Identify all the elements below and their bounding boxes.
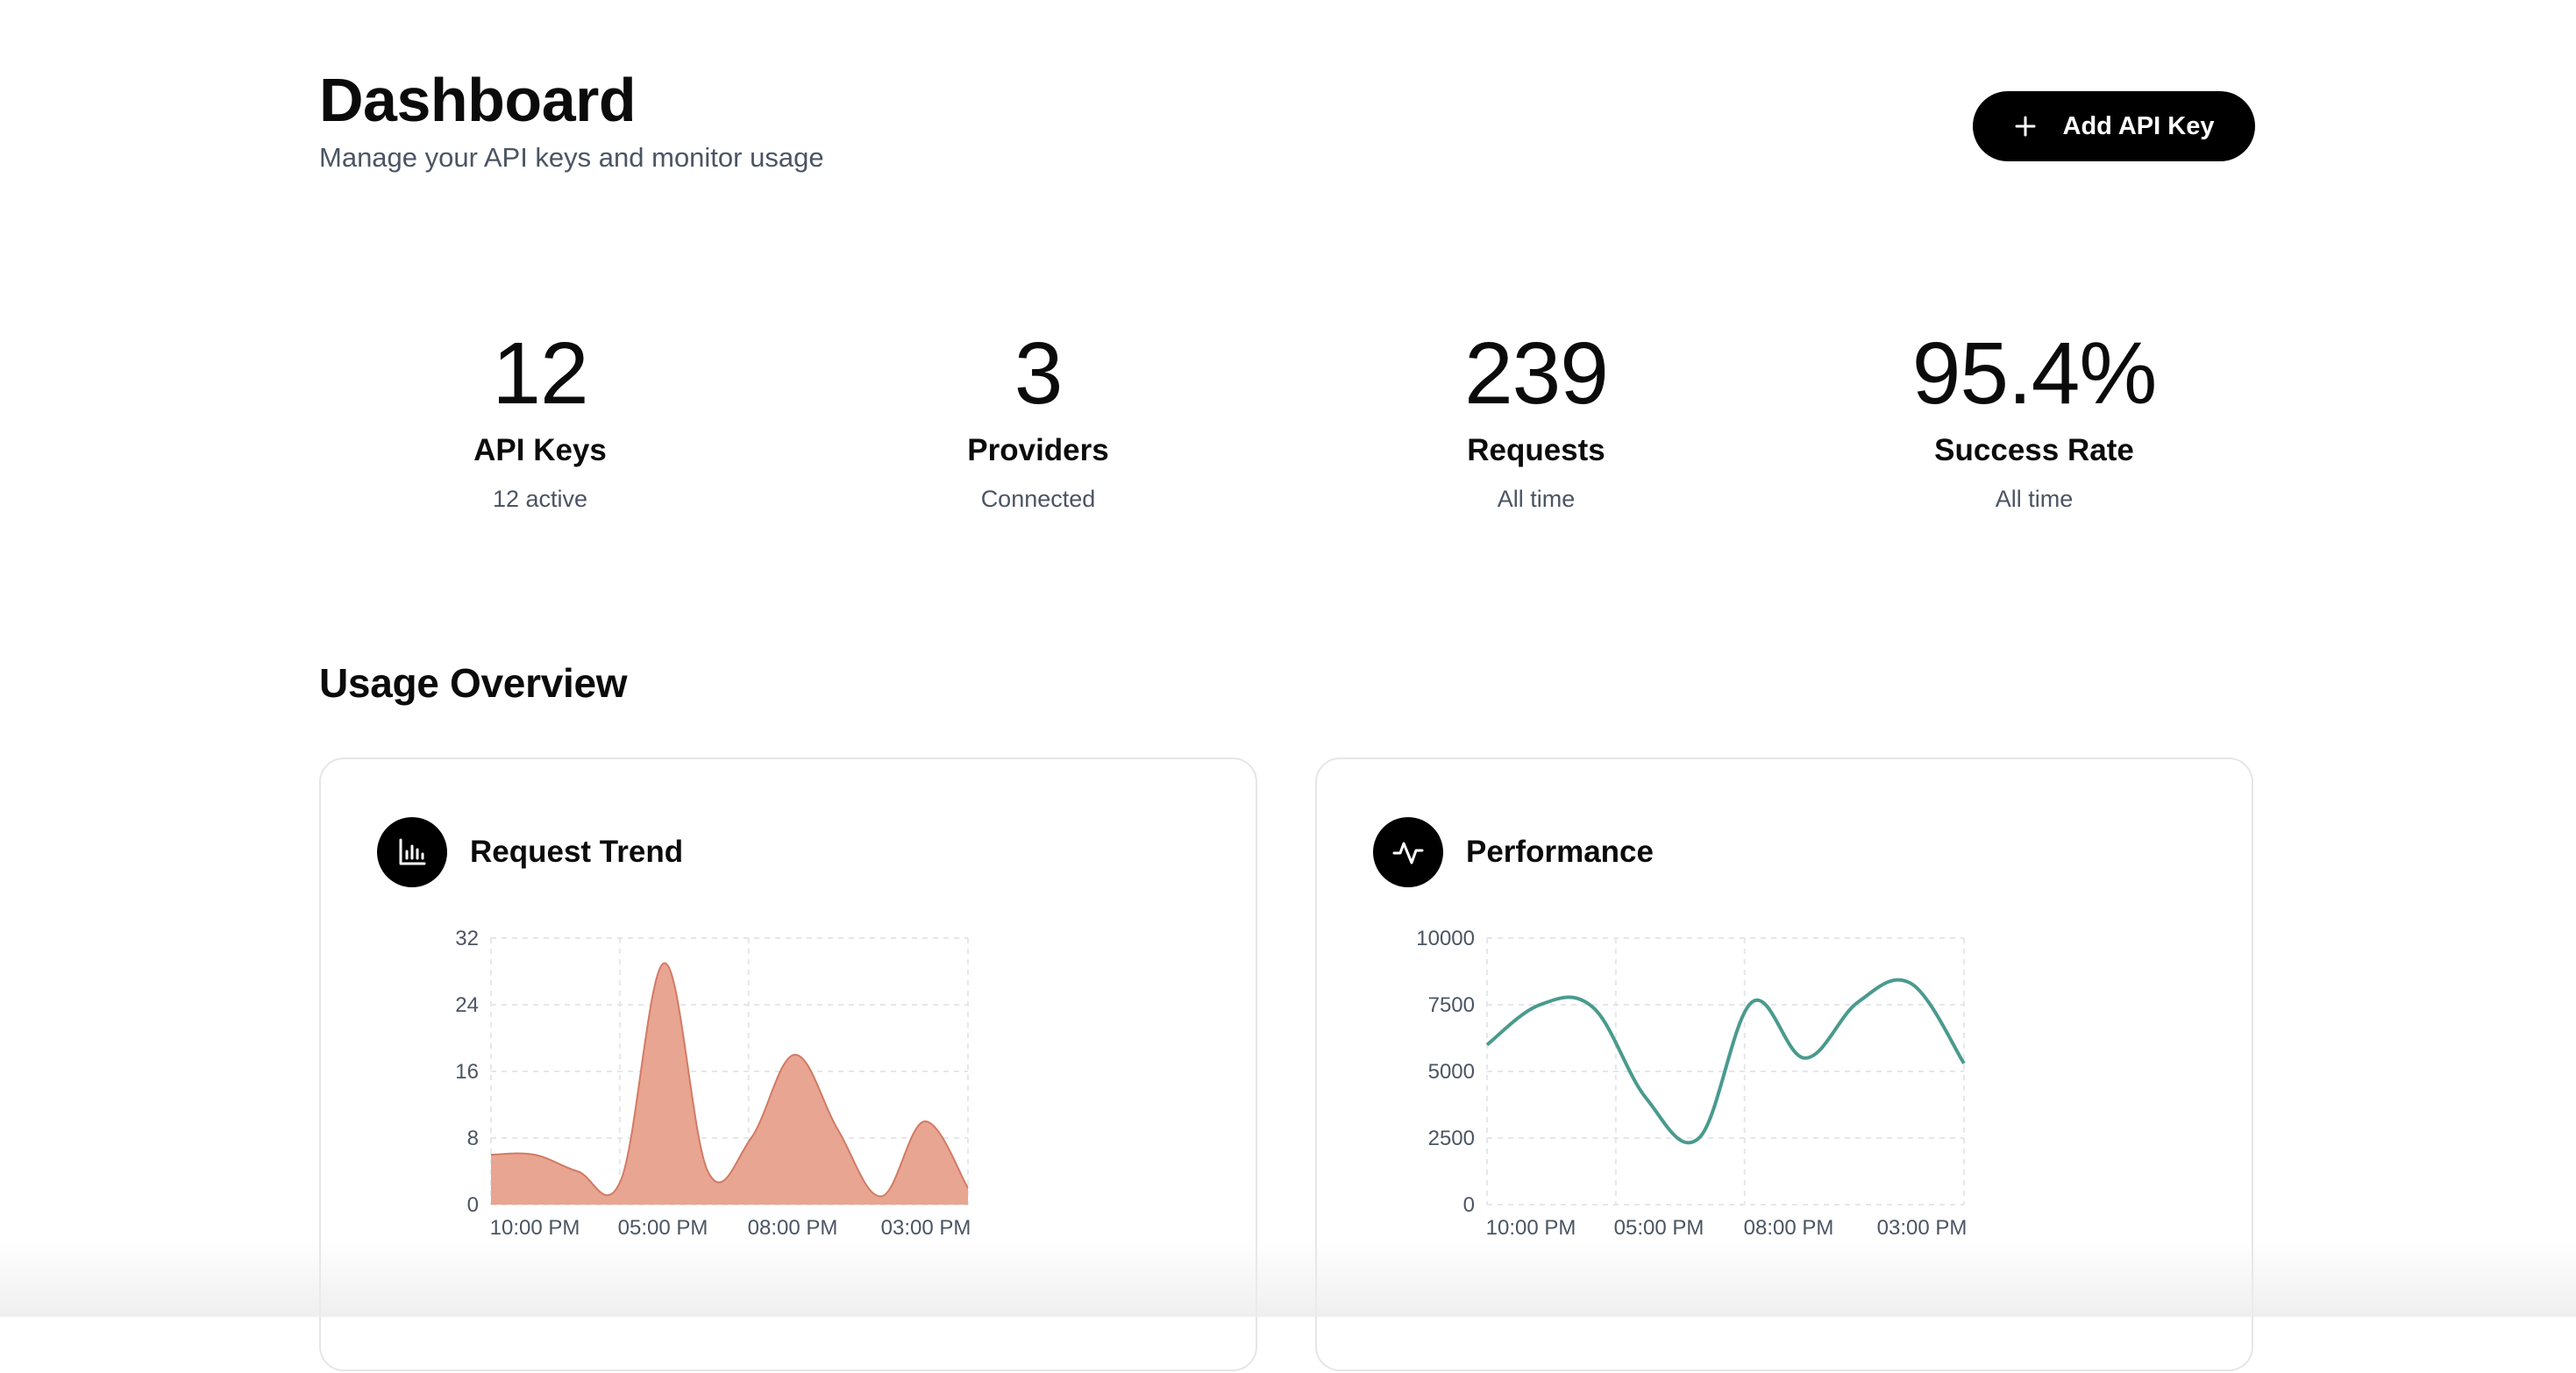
stat-value: 3 [819,323,1257,424]
stat-providers: 3 Providers Connected [819,323,1257,513]
page-header: Dashboard Manage your API keys and monit… [319,63,824,174]
y-tick-label: 16 [455,1060,479,1084]
page-title: Dashboard [319,63,824,137]
plus-icon [2014,115,2037,138]
x-tick-label: 10:00 PM [490,1216,580,1240]
y-tick-label: 24 [455,993,479,1017]
page-subtitle: Manage your API keys and monitor usage [319,142,824,174]
add-api-key-label: Add API Key [2063,112,2215,141]
y-tick-label: 0 [467,1193,479,1217]
series-line [1487,980,1964,1143]
stat-label: Success Rate [1815,433,2253,468]
add-api-key-button[interactable]: Add API Key [1973,91,2255,161]
y-tick-label: 5000 [1428,1060,1475,1084]
performance-card: Performance 02500500075001000010:00 PM05… [1315,758,2253,1371]
stat-label: API Keys [321,433,759,468]
stat-value: 12 [321,323,759,424]
usage-overview-title: Usage Overview [319,659,627,707]
stat-label: Requests [1317,433,1755,468]
y-tick-label: 8 [467,1127,479,1150]
stat-api-keys: 12 API Keys 12 active [321,323,759,513]
x-tick-label: 08:00 PM [748,1216,838,1240]
y-tick-label: 2500 [1428,1127,1475,1150]
stat-sub: All time [1815,486,2253,513]
request-trend-card: Request Trend 0816243210:00 PM05:00 PM08… [319,758,1257,1371]
y-tick-label: 10000 [1416,927,1475,950]
y-tick-label: 0 [1463,1193,1475,1217]
x-tick-label: 05:00 PM [618,1216,708,1240]
y-tick-label: 7500 [1428,993,1475,1017]
x-tick-label: 08:00 PM [1744,1216,1834,1240]
series-line [491,963,968,1196]
stat-sub: All time [1317,486,1755,513]
performance-chart: 0 2500 5000 7500 10000 10:00 PM 05:00 PM 08:00 … [1317,759,2255,1373]
stat-success-rate: 95.4% Success Rate All time [1815,323,2253,513]
series-area [491,963,968,1205]
x-tick-label: 10:00 PM [1486,1216,1576,1240]
x-tick-label: 03:00 PM [1877,1216,1968,1240]
y-tick-label: 32 [455,927,479,950]
stat-requests: 239 Requests All time [1317,323,1755,513]
x-tick-label: 03:00 PM [881,1216,971,1240]
stat-label: Providers [819,433,1257,468]
x-tick-label: 05:00 PM [1614,1216,1704,1240]
stat-sub: Connected [819,486,1257,513]
stat-sub: 12 active [321,486,759,513]
request-trend-chart: 0 8 16 24 32 10:00 PM 05:00 PM 08:00 PM 03:00 PM [321,759,1259,1373]
stat-value: 239 [1317,323,1755,424]
stat-value: 95.4% [1815,323,2253,424]
